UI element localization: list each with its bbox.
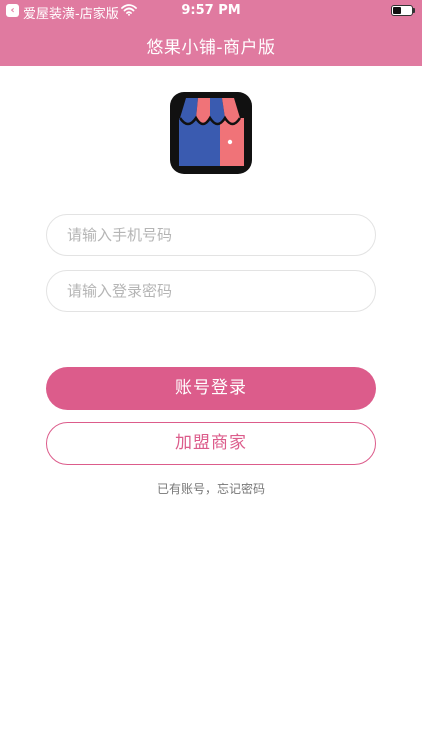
battery-level [393,7,401,14]
forgot-password-link[interactable]: 忘记密码 [217,482,265,496]
page-title: 悠果小铺-商户版 [146,38,276,58]
status-time: 9:57 PM [181,3,241,18]
password-input[interactable] [67,271,357,311]
phone-field[interactable] [46,214,376,256]
login-button[interactable]: 账号登录 [46,367,376,410]
top-bar: ‹ 爱屋装潢-店家版 9:57 PM 悠果小铺-商户版 [0,0,422,66]
have-account-link[interactable]: 已有账号 [157,482,205,496]
join-merchant-button[interactable]: 加盟商家 [46,422,376,465]
password-field[interactable] [46,270,376,312]
login-screen: ‹ 爱屋装潢-店家版 9:57 PM 悠果小铺-商户版 请输入手机号码 账号登录… [0,0,422,750]
phone-input[interactable] [67,215,357,255]
battery-tip [413,8,415,13]
storefront-icon [170,92,252,174]
account-links: 已有账号，忘记密码 [0,480,422,497]
link-separator: ， [204,482,217,496]
battery-icon [391,5,413,16]
status-bar: ‹ 爱屋装潢-店家版 9:57 PM [0,0,422,22]
